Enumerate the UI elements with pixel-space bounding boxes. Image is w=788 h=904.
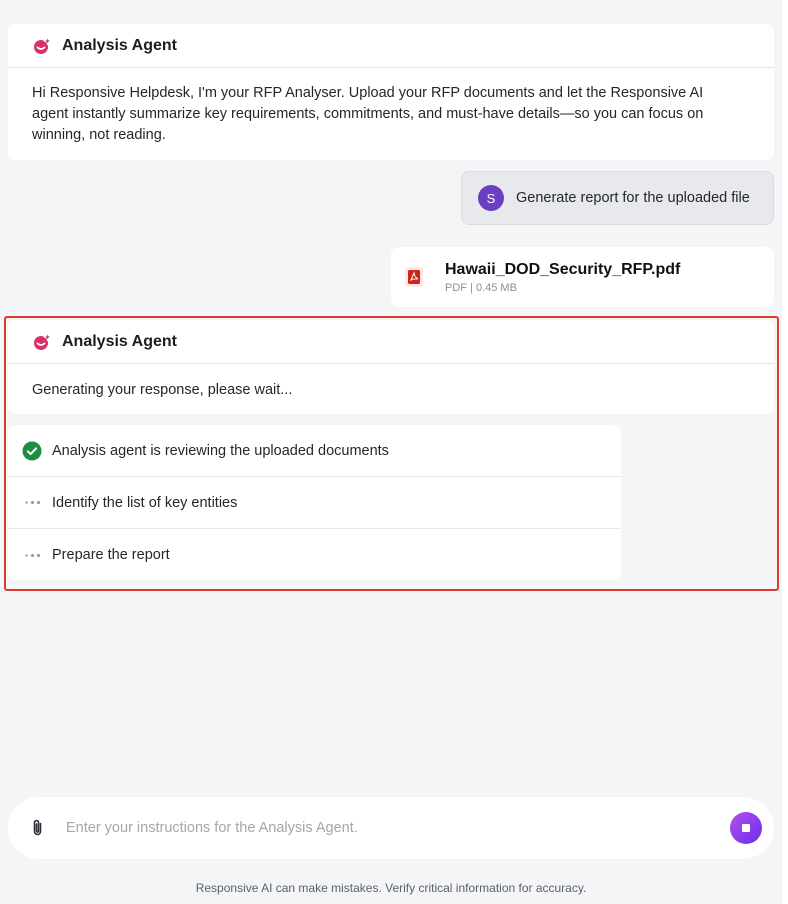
paperclip-icon[interactable] [28,818,48,838]
user-message-text: Generate report for the uploaded file [516,190,750,206]
user-message-bubble: S Generate report for the uploaded file [461,171,774,225]
avatar: S [478,185,504,211]
intro-agent-card: Analysis Agent Hi Responsive Helpdesk, I… [8,24,774,160]
agent-card-header: Analysis Agent [8,24,774,68]
highlight-outline [4,316,779,591]
instructions-input[interactable] [64,819,730,837]
file-attachment-card[interactable]: Hawaii_DOD_Security_RFP.pdf PDF | 0.45 M… [391,247,774,307]
file-name: Hawaii_DOD_Security_RFP.pdf [445,260,681,278]
pdf-icon [403,266,425,288]
file-info: Hawaii_DOD_Security_RFP.pdf PDF | 0.45 M… [445,261,680,294]
agent-sparkle-icon [32,35,52,56]
agent-intro-message: Hi Responsive Helpdesk, I'm your RFP Ana… [32,85,704,143]
message-composer [8,797,774,859]
scrollbar-track[interactable] [782,0,788,904]
stop-button[interactable] [730,812,762,844]
disclaimer-text: Responsive AI can make mistakes. Verify … [195,881,587,895]
file-meta: PDF | 0.45 MB [445,281,517,294]
agent-name: Analysis Agent [62,36,177,54]
stop-icon [742,824,750,832]
